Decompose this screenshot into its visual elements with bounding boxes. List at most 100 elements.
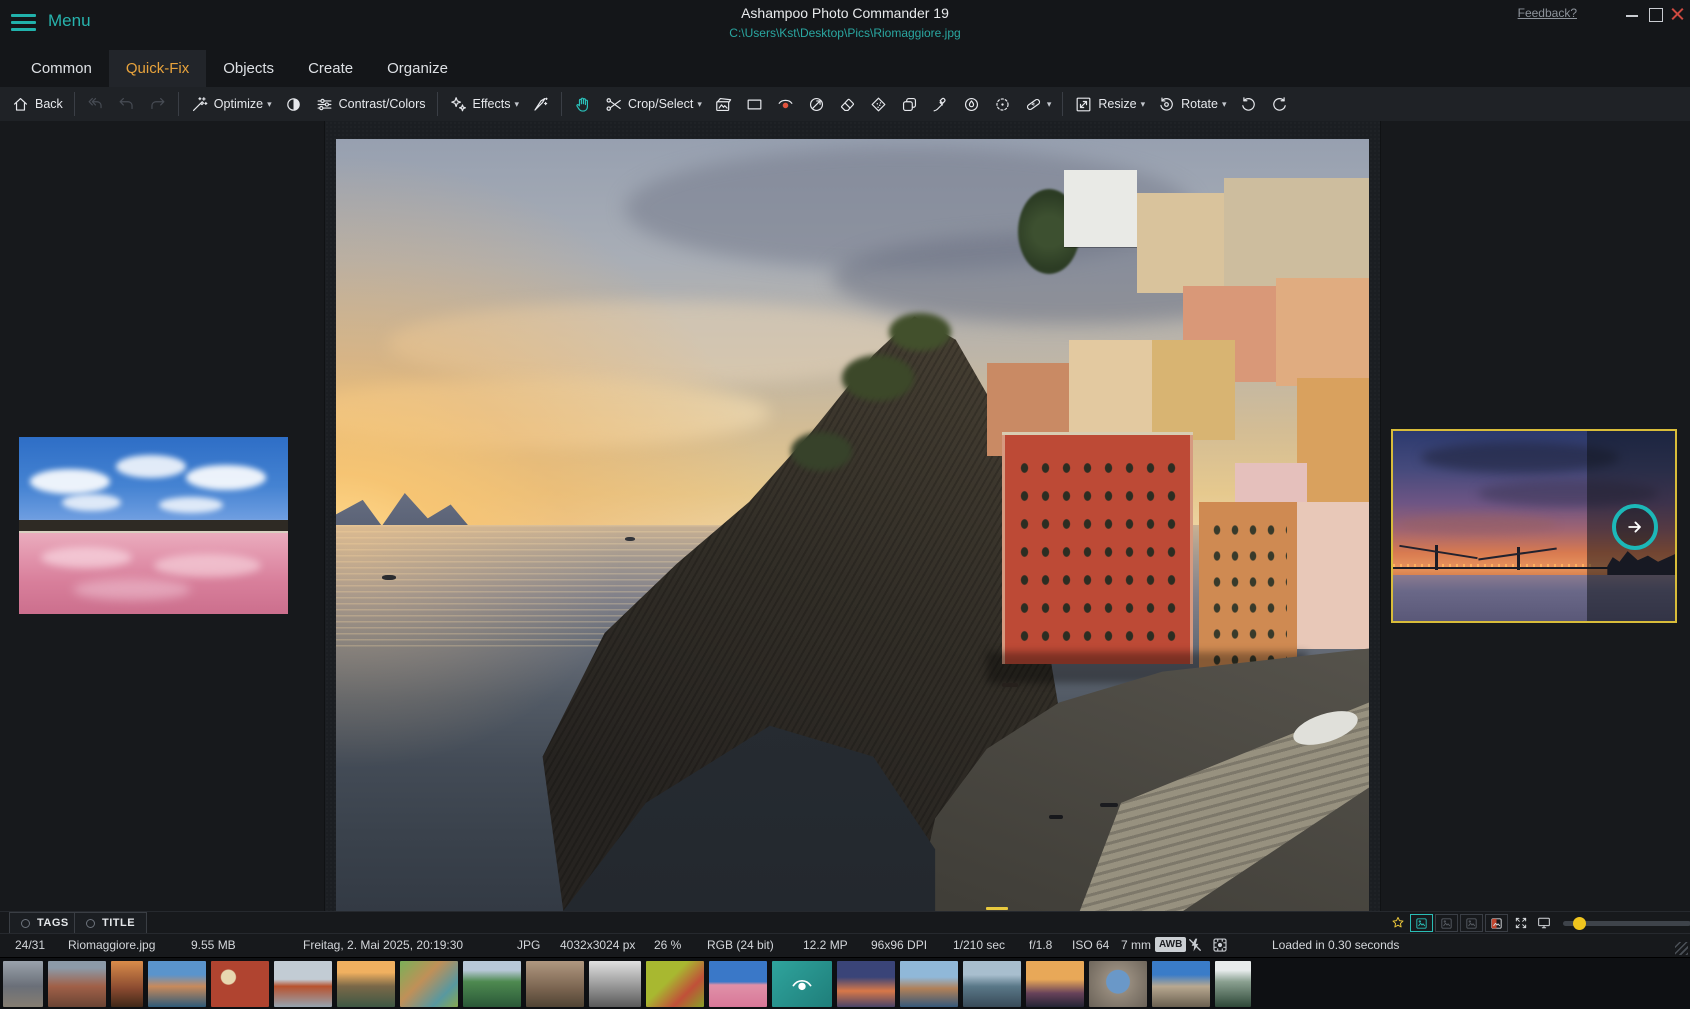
effects-button[interactable]: Effects▾ <box>443 90 526 118</box>
view-mini-toolbar <box>1386 913 1690 933</box>
thumb-tre-cime[interactable] <box>1152 961 1210 1007</box>
patch-tool-button[interactable]: ▾ <box>1018 90 1058 118</box>
thumb-harbor-mountain[interactable] <box>148 961 206 1007</box>
title-toggle[interactable]: TITLE <box>74 912 147 933</box>
thumb-cloudy-castle[interactable] <box>3 961 43 1007</box>
view-mode-2-button[interactable] <box>1435 914 1458 932</box>
scissors-icon <box>604 95 623 114</box>
zoom-slider-knob[interactable] <box>1573 917 1586 930</box>
clone-stamp-icon <box>900 95 919 114</box>
rectangle-select-button[interactable] <box>739 90 770 118</box>
status-field-2: 9.55 MB <box>191 938 236 952</box>
view-thumb-icon <box>1414 916 1429 931</box>
view-mode-compare-button[interactable] <box>1485 914 1508 932</box>
loaded-status: Loaded in 0.30 seconds <box>1272 938 1399 952</box>
red-eye-button[interactable] <box>770 90 801 118</box>
rotate-left-button[interactable] <box>1233 90 1264 118</box>
view-mode-3-button[interactable] <box>1460 914 1483 932</box>
thumb-hallstatt[interactable] <box>963 961 1021 1007</box>
clone-stamp-button[interactable] <box>894 90 925 118</box>
tab-organize[interactable]: Organize <box>370 50 465 87</box>
optimize-button[interactable]: Optimize▾ <box>184 90 278 118</box>
close-button[interactable] <box>1669 6 1685 22</box>
auto-contrast-button[interactable] <box>278 90 309 118</box>
prev-reflection <box>41 547 132 568</box>
window-resize-grip[interactable] <box>1675 942 1688 955</box>
redo-button[interactable] <box>142 90 173 118</box>
contrast-colors-button[interactable]: Contrast/Colors <box>309 90 432 118</box>
presentation-button[interactable] <box>1532 913 1555 933</box>
thumb-waterfall[interactable] <box>1215 961 1251 1007</box>
maximize-button[interactable] <box>1647 6 1663 22</box>
thumb-lily-pond[interactable] <box>646 961 704 1007</box>
next-image-preview[interactable] <box>1391 429 1677 623</box>
thumb-riomaggiore-current[interactable] <box>772 961 832 1007</box>
spot-heal-button[interactable] <box>987 90 1018 118</box>
photo-shrub <box>889 313 951 352</box>
eraser-button[interactable] <box>832 90 863 118</box>
status-field-1: Riomaggiore.jpg <box>68 938 155 952</box>
resize-button[interactable]: Resize▾ <box>1068 90 1151 118</box>
rotate-ccw-icon <box>1239 95 1258 114</box>
pan-tool-button[interactable] <box>567 90 598 118</box>
arrow-right-icon <box>1625 517 1645 537</box>
undo-all-button[interactable] <box>80 90 111 118</box>
straighten-button[interactable] <box>708 90 739 118</box>
rotate-right-button[interactable] <box>1264 90 1295 118</box>
metering-icon <box>1211 936 1229 954</box>
thumb-sunrise-peak[interactable] <box>337 961 395 1007</box>
village-building <box>1137 193 1230 293</box>
next-image-button[interactable] <box>1612 504 1658 550</box>
thumb-rainbow-eucalyptus[interactable] <box>400 961 458 1007</box>
toolbar-separator <box>74 92 75 116</box>
fullscreen-button[interactable] <box>1509 913 1532 933</box>
rotate-button[interactable]: Rotate ▾ <box>1151 90 1232 118</box>
magic-eraser-button[interactable] <box>863 90 894 118</box>
view-thumb-icon <box>1464 916 1479 931</box>
retouch-brush-button[interactable] <box>525 90 556 118</box>
tags-toggle[interactable]: TAGS <box>9 912 81 933</box>
thumb-red-roof-town[interactable] <box>48 961 106 1007</box>
next-cloud <box>1399 515 1557 534</box>
tab-quick-fix[interactable]: Quick-Fix <box>109 50 206 87</box>
prev-cloud <box>30 469 111 494</box>
eyedropper-button[interactable] <box>925 90 956 118</box>
tab-create[interactable]: Create <box>291 50 370 87</box>
status-field-10: 1/210 sec <box>953 938 1005 952</box>
tab-common[interactable]: Common <box>14 50 109 87</box>
village-building <box>1276 278 1369 386</box>
tone-brush-button[interactable] <box>956 90 987 118</box>
undo-button[interactable] <box>111 90 142 118</box>
thumb-green-ridge[interactable] <box>463 961 521 1007</box>
feedback-link[interactable]: Feedback? <box>1518 6 1577 20</box>
thumb-torii-gate[interactable] <box>274 961 332 1007</box>
tone-drop-icon <box>962 95 981 114</box>
status-field-9: 96x96 DPI <box>871 938 927 952</box>
thumb-bay-bridge[interactable] <box>837 961 895 1007</box>
back-button[interactable]: Back <box>5 90 69 118</box>
star-icon <box>1390 915 1406 931</box>
thumb-lakeside-village[interactable] <box>900 961 958 1007</box>
thumb-white-cathedral[interactable] <box>589 961 641 1007</box>
resize-button-caret-icon: ▾ <box>1141 99 1146 110</box>
minimize-button[interactable] <box>1624 6 1640 22</box>
tab-objects[interactable]: Objects <box>206 50 291 87</box>
rotate-button-label: Rotate <box>1181 97 1218 111</box>
rating-star-button[interactable] <box>1386 913 1409 933</box>
photo-shrub <box>791 432 853 471</box>
thumb-sunset-silhouette[interactable] <box>1026 961 1084 1007</box>
free-rotate-button[interactable] <box>801 90 832 118</box>
thumb-spiral-skylight[interactable] <box>1089 961 1147 1007</box>
thumb-laundry-balcony[interactable] <box>526 961 584 1007</box>
rotate-button-caret-icon: ▾ <box>1222 99 1227 110</box>
thumb-pink-lake[interactable] <box>709 961 767 1007</box>
thumb-plate-wall[interactable] <box>211 961 269 1007</box>
thumb-autumn-dusk[interactable] <box>111 961 143 1007</box>
view-thumb-icon <box>1439 916 1454 931</box>
view-mode-browse-button[interactable] <box>1410 914 1433 932</box>
main-photo-riomaggiore[interactable] <box>336 139 1369 911</box>
previous-image-preview[interactable] <box>19 437 288 614</box>
crop-select-button[interactable]: Crop/Select▾ <box>598 90 708 118</box>
monitor-icon <box>1536 915 1552 931</box>
zoom-slider[interactable] <box>1563 921 1690 926</box>
